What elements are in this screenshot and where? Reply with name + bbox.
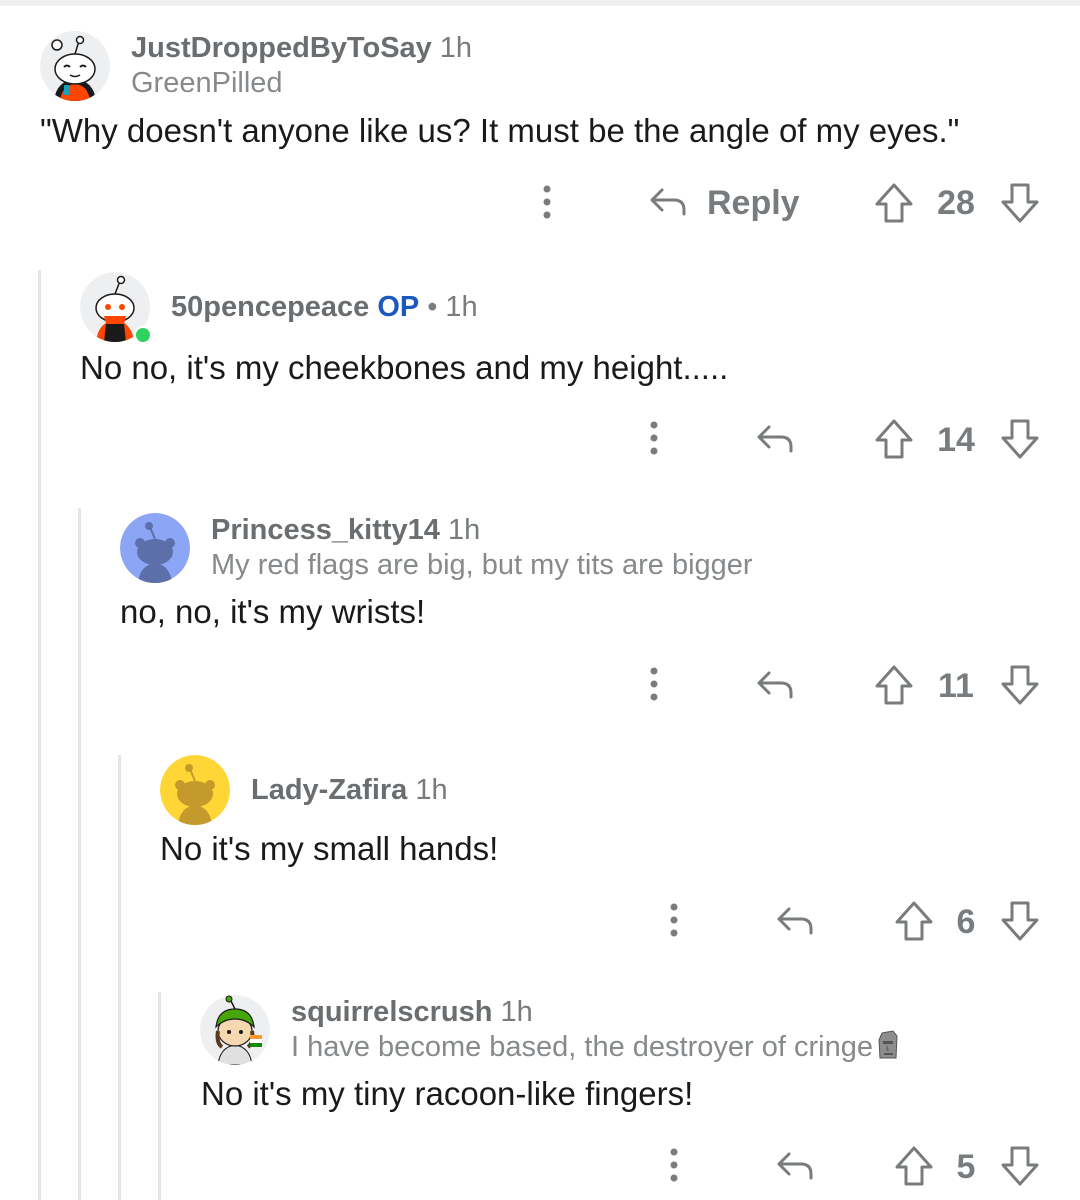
reply-arrow-icon (757, 425, 793, 453)
timestamp: 1h (445, 291, 478, 323)
reply-arrow-icon (757, 671, 793, 699)
op-badge: OP (377, 291, 420, 323)
upvote-button[interactable] (892, 899, 936, 943)
username[interactable]: JustDroppedByToSay (131, 32, 432, 64)
more-vertical-icon (670, 1148, 678, 1182)
avatar[interactable] (200, 995, 270, 1065)
reply-arrow-icon (777, 1152, 813, 1180)
upvote-button[interactable] (892, 1144, 936, 1188)
more-options-button[interactable] (532, 182, 562, 222)
upvote-button[interactable] (872, 663, 916, 707)
upvote-arrow-icon (875, 665, 913, 705)
downvote-button[interactable] (998, 663, 1042, 707)
downvote-arrow-icon (1001, 901, 1039, 941)
timestamp: 1h (447, 514, 481, 546)
upvote-arrow-icon (895, 901, 933, 941)
comment-meta: JustDroppedByToSay 1h (131, 31, 472, 65)
avatar[interactable] (40, 31, 110, 101)
comment-meta: 50pencepeace OP • 1h (171, 290, 478, 324)
online-status-indicator (134, 326, 152, 344)
downvote-arrow-icon (1001, 183, 1039, 223)
downvote-arrow-icon (1001, 665, 1039, 705)
moai-icon (877, 1030, 899, 1068)
username[interactable]: squirrelscrush (291, 996, 492, 1028)
user-flair-text: I have become based, the destroyer of cr… (291, 1031, 873, 1063)
upvote-arrow-icon (875, 183, 913, 223)
more-vertical-icon (543, 185, 551, 219)
comment-meta: squirrelscrush 1h (291, 995, 533, 1029)
upvote-button[interactable] (872, 417, 916, 461)
avatar[interactable] (160, 755, 230, 825)
user-flair: GreenPilled (131, 67, 283, 99)
user-flair: My red flags are big, but my tits are bi… (211, 549, 753, 581)
vote-score: 6 (956, 903, 976, 941)
thread-line-level-1[interactable] (38, 270, 41, 1200)
reply-button[interactable] (773, 1146, 817, 1186)
avatar[interactable] (120, 513, 190, 583)
more-vertical-icon (650, 421, 658, 455)
vote-score: 28 (937, 184, 975, 222)
more-vertical-icon (670, 903, 678, 937)
vote-score: 11 (938, 667, 974, 705)
timestamp: 1h (415, 774, 448, 806)
reply-arrow-icon (650, 188, 686, 216)
thread-line-level-2[interactable] (78, 508, 81, 1200)
vote-score: 5 (956, 1148, 976, 1186)
top-divider (0, 0, 1080, 6)
more-options-button[interactable] (639, 418, 669, 458)
timestamp: 1h (439, 32, 473, 64)
more-options-button[interactable] (639, 664, 669, 704)
user-flair: I have become based, the destroyer of cr… (291, 1030, 899, 1068)
comment-body: no, no, it's my wrists! (120, 593, 426, 630)
vote-score: 14 (937, 421, 975, 459)
more-options-button[interactable] (659, 900, 689, 940)
more-vertical-icon (650, 667, 658, 701)
downvote-button[interactable] (998, 417, 1042, 461)
comment-meta: Princess_kitty14 1h (211, 513, 480, 547)
username[interactable]: Lady-Zafira (251, 774, 407, 806)
upvote-arrow-icon (875, 419, 913, 459)
upvote-button[interactable] (872, 181, 916, 225)
downvote-button[interactable] (998, 181, 1042, 225)
comment-body: No no, it's my cheekbones and my height.… (80, 349, 729, 386)
reply-button[interactable] (753, 665, 797, 705)
thread-line-level-4[interactable] (158, 992, 161, 1200)
downvote-arrow-icon (1001, 419, 1039, 459)
comment-meta: Lady-Zafira 1h (251, 773, 448, 807)
comment-body: No it's my small hands! (160, 830, 499, 867)
downvote-arrow-icon (1001, 1146, 1039, 1186)
reply-label[interactable]: Reply (707, 183, 800, 223)
thread-line-level-3[interactable] (118, 755, 121, 1200)
separator: • (427, 291, 438, 323)
username[interactable]: 50pencepeace (171, 291, 369, 323)
upvote-arrow-icon (895, 1146, 933, 1186)
reply-button[interactable] (773, 901, 817, 941)
reply-arrow-icon (777, 907, 813, 935)
reply-button[interactable] (646, 182, 690, 222)
timestamp: 1h (500, 996, 533, 1028)
comment-body: "Why doesn't anyone like us? It must be … (40, 112, 960, 149)
username[interactable]: Princess_kitty14 (211, 514, 440, 546)
reply-button[interactable] (753, 419, 797, 459)
comment-body: No it's my tiny racoon-like fingers! (201, 1075, 694, 1112)
downvote-button[interactable] (998, 899, 1042, 943)
more-options-button[interactable] (659, 1145, 689, 1185)
downvote-button[interactable] (998, 1144, 1042, 1188)
